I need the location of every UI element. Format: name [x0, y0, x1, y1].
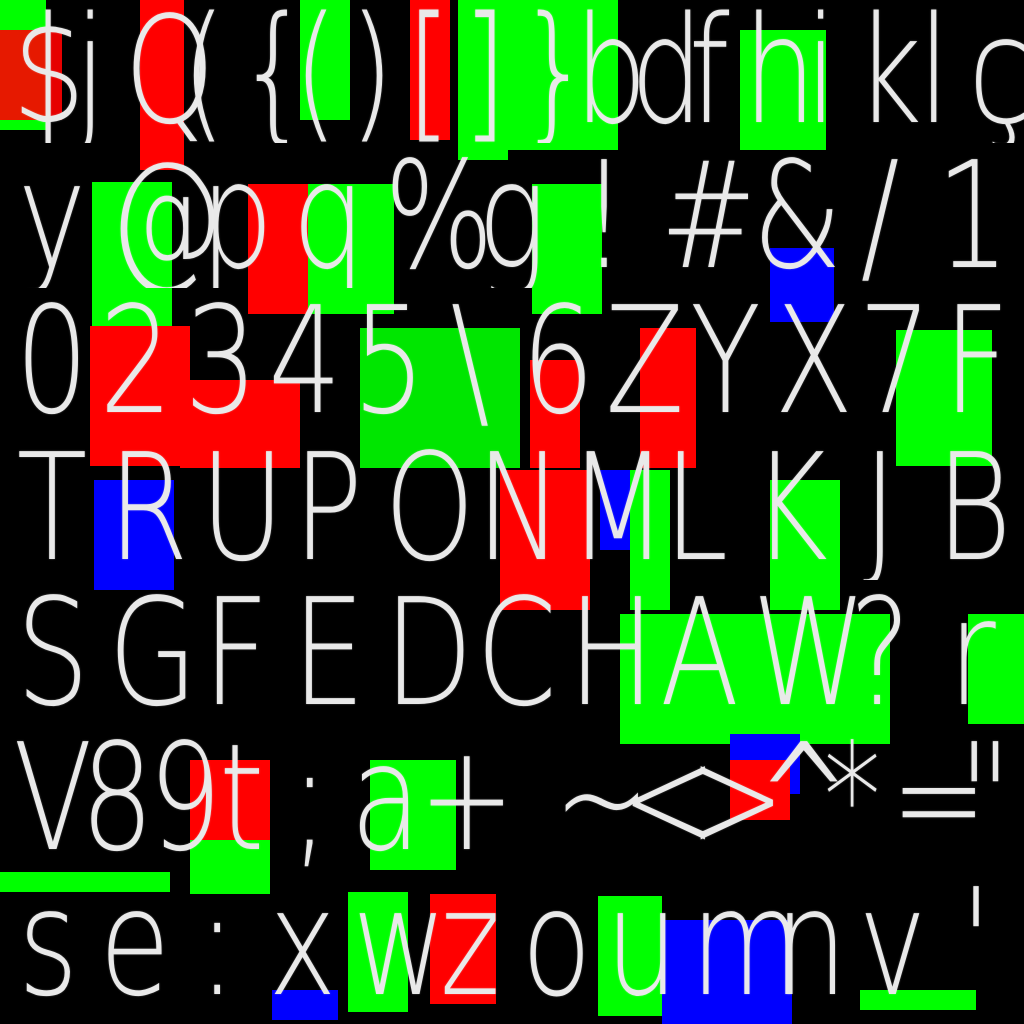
- glyph: }: [518, 0, 592, 143]
- glyph: v: [858, 872, 927, 1015]
- glyph: j: [74, 0, 107, 143]
- glyph: f: [688, 0, 730, 143]
- glyph: G: [108, 582, 198, 725]
- glyph: L: [663, 437, 729, 580]
- glyph: e: [99, 872, 171, 1015]
- glyph: /: [860, 145, 900, 288]
- glyph: \: [450, 290, 490, 433]
- glyph: V: [13, 727, 93, 870]
- glyph: r: [948, 582, 996, 725]
- glyph: %: [384, 145, 494, 288]
- glyph: F: [202, 582, 270, 725]
- glyph: m: [689, 872, 803, 1015]
- glyph: h: [743, 0, 817, 143]
- glyph: 8: [80, 727, 155, 870]
- glyph: q: [292, 145, 366, 288]
- glyph: !: [580, 145, 628, 288]
- glyph: &: [752, 145, 843, 288]
- glyph: <: [620, 727, 718, 870]
- glyph: T: [16, 437, 88, 580]
- glyph-row: 0 2 3 4 5 \ 6 Z Y X 7 F: [6, 290, 1024, 433]
- glyph: 6: [521, 290, 595, 433]
- glyph: ]: [461, 0, 507, 143]
- glyph: z: [439, 872, 501, 1015]
- glyph: Y: [689, 290, 761, 433]
- glyph: o: [521, 872, 592, 1015]
- glyph: x: [268, 872, 337, 1015]
- glyph: b: [574, 0, 648, 143]
- glyph: K: [752, 437, 828, 580]
- glyph: 7: [858, 290, 933, 433]
- glyph-row: S G F E D C H A W? r: [6, 582, 1024, 725]
- glyph: l: [917, 0, 950, 143]
- glyph: O: [384, 437, 475, 580]
- glyph: M: [568, 437, 668, 580]
- glyph: J: [862, 437, 898, 580]
- glyph: =: [890, 727, 988, 870]
- glyph: S: [16, 582, 90, 725]
- glyph: (: [180, 0, 226, 143]
- glyph: a: [350, 727, 422, 870]
- glyph: k: [855, 0, 923, 143]
- glyph: Z: [605, 290, 685, 433]
- glyph: 9: [148, 727, 222, 870]
- glyph: F: [942, 290, 1010, 433]
- glyph-row: $jQ({()[]}bdfhiklç: [6, 0, 1024, 143]
- glyph: 4: [268, 290, 342, 433]
- glyph: Q: [124, 0, 216, 143]
- glyph-row: V 8 9 t; a + _ ~ < > ^ * = ": [6, 727, 1024, 870]
- glyph: ~: [553, 727, 650, 870]
- glyph: #: [660, 145, 757, 288]
- glyph: A: [660, 582, 740, 725]
- glyph: 5: [352, 290, 427, 433]
- glyph: ": [957, 727, 1012, 870]
- glyph: C: [476, 582, 557, 725]
- glyph-row: y @ p q% g! # &/ 1: [6, 145, 1024, 288]
- glyph: N: [476, 437, 563, 580]
- glyph: P: [293, 437, 363, 580]
- glyph: ': [959, 872, 992, 1015]
- glyph: 3: [183, 290, 258, 433]
- glyph: p: [200, 145, 274, 288]
- glyph: ?: [849, 582, 911, 725]
- glyph: n: [774, 872, 848, 1015]
- glyph: H: [568, 582, 655, 725]
- glyph: B: [936, 437, 1012, 580]
- glyph: y: [17, 145, 87, 288]
- glyph-atlas: $jQ({()[]}bdfhiklçy@pq%g!#&/102345\6ZYX7…: [0, 0, 1024, 1024]
- glyph: ^: [755, 727, 853, 870]
- glyph: *: [823, 727, 881, 870]
- glyph: t: [219, 727, 265, 870]
- glyph: _: [485, 727, 544, 870]
- glyph: 1: [936, 145, 1010, 288]
- glyph: $: [12, 0, 86, 143]
- glyph: u: [605, 872, 679, 1015]
- glyph: U: [200, 437, 285, 580]
- glyph: D: [384, 582, 474, 725]
- glyph: :: [197, 872, 237, 1015]
- glyph: i: [805, 0, 838, 143]
- glyph: (: [293, 0, 339, 143]
- glyph: +: [418, 727, 515, 870]
- glyph: s: [18, 872, 79, 1015]
- glyph-row: s e: x w z o u m n v ': [6, 872, 1024, 1015]
- glyph: ): [349, 0, 395, 143]
- glyph: g: [477, 145, 547, 288]
- glyph: X: [774, 290, 854, 433]
- glyph: 0: [15, 290, 89, 433]
- glyph: W: [752, 582, 867, 725]
- glyph-row: TRUPONMLKJB: [6, 437, 1024, 580]
- glyph: ç: [968, 0, 1024, 143]
- glyph: w: [352, 872, 448, 1015]
- glyph: [: [405, 0, 451, 143]
- glyph: d: [630, 0, 704, 143]
- glyph: {: [237, 0, 311, 143]
- glyph: >: [688, 727, 785, 870]
- glyph: 2: [99, 290, 174, 433]
- glyph: @: [108, 145, 224, 288]
- glyph: ;: [290, 727, 330, 870]
- glyph: R: [108, 437, 189, 580]
- glyph: E: [292, 582, 366, 725]
